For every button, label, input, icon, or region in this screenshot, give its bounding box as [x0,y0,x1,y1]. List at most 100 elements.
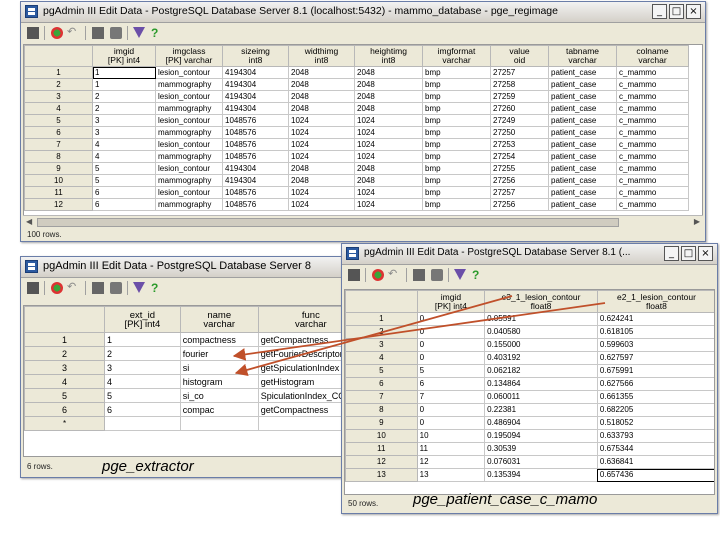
table-cell[interactable]: c_mammo [616,66,689,79]
table-cell[interactable]: 1024 [354,150,423,163]
table-cell[interactable]: 1048576 [222,150,289,163]
table-row[interactable]: 3 2 lesion_contour 4194304 2048 2048 bmp 27259 p… [24,90,689,103]
table-cell[interactable]: lesion_contour [155,186,223,199]
row-number[interactable]: 12 [24,198,93,211]
table-cell[interactable]: 0.633793 [596,429,714,443]
row-number[interactable]: 5 [345,364,418,378]
table-cell[interactable]: 0 [416,338,486,352]
table-row[interactable]: 4 2 mammography 4194304 2048 2048 bmp 27260 pati… [24,102,689,115]
table-cell[interactable]: 0 [416,351,486,365]
table-cell[interactable]: 27257 [490,186,549,199]
table-cell[interactable]: 1024 [288,114,355,127]
table-row[interactable]: 10 10 0.195094 0.633793 [345,429,714,443]
table-row[interactable]: 11 11 0.30539 0.675344 [345,442,714,456]
table-cell[interactable]: 0.661355 [596,390,714,404]
table-cell[interactable]: 0.627566 [596,377,714,391]
row-number[interactable]: 4 [24,102,93,115]
table-cell[interactable]: 0 [416,416,486,430]
table-row[interactable]: 4 0 0.403192 0.627597 [345,351,714,365]
table-cell[interactable]: patient_case [548,186,617,199]
table-cell[interactable]: 0.155000 [484,338,598,352]
table-cell[interactable]: 0.062182 [484,364,598,378]
scroll-right-icon[interactable]: ▶ [694,217,700,226]
table-cell[interactable]: 27255 [490,162,549,175]
row-number[interactable]: 5 [24,388,105,403]
table-cell[interactable]: patient_case [548,198,617,211]
table-row[interactable]: 12 12 0.076031 0.636841 [345,455,714,469]
table-cell[interactable]: bmp [422,102,491,115]
undo-icon[interactable]: ↶ [67,282,79,294]
filter-icon[interactable] [454,269,466,280]
table-cell[interactable]: c_mammo [616,198,689,211]
table-row[interactable]: 6 6 compac getCompactness [24,402,362,417]
table-cell[interactable]: 2048 [354,174,423,187]
new-row[interactable]: * [24,416,362,431]
row-number[interactable]: 2 [24,78,93,91]
table-cell[interactable]: 2 [92,102,156,115]
table-cell[interactable]: 10 [416,429,486,443]
table-cell[interactable]: bmp [422,114,491,127]
row-number[interactable]: 3 [24,90,93,103]
close-button[interactable]: × [698,246,713,261]
save-icon[interactable] [348,269,360,281]
column-header[interactable]: ext_id [PK] int4 [104,306,181,333]
table-cell[interactable]: histogram [179,374,259,389]
undo-icon[interactable]: ↶ [388,269,400,281]
table-cell[interactable]: 0.618105 [596,325,714,339]
table-cell[interactable]: 27257 [490,66,549,79]
maximize-button[interactable]: □ [669,4,684,19]
table-cell[interactable]: 3 [92,126,156,139]
table-cell[interactable]: bmp [422,78,491,91]
column-header[interactable]: tabname varchar [548,45,617,67]
table-cell[interactable]: 27250 [490,126,549,139]
table-cell[interactable]: compac [179,402,259,417]
table-cell[interactable]: 27249 [490,114,549,127]
table-cell[interactable]: 1024 [354,186,423,199]
maximize-button[interactable]: □ [681,246,696,261]
table-cell[interactable]: 1024 [288,138,355,151]
table-cell[interactable]: 6 [416,377,486,391]
row-number[interactable]: 6 [345,377,418,391]
table-cell[interactable]: 0.627597 [596,351,714,365]
table-cell[interactable] [104,416,181,431]
table-cell[interactable]: c_mammo [616,162,689,175]
table-cell[interactable]: 6 [92,186,156,199]
refresh-icon[interactable] [51,27,63,39]
column-header[interactable]: imgclass [PK] varchar [155,45,223,67]
table-cell[interactable]: patient_case [548,114,617,127]
table-cell[interactable]: lesion_contour [155,66,223,79]
refresh-icon[interactable] [51,282,63,294]
table-cell[interactable]: 1024 [288,186,355,199]
table-row[interactable]: 5 3 lesion_contour 1048576 1024 1024 bmp 27249 p… [24,114,689,127]
column-header[interactable]: imgid [PK] int4 [416,290,486,313]
table-cell[interactable]: 4 [104,374,181,389]
table-cell[interactable]: bmp [422,138,491,151]
table-cell[interactable]: patient_case [548,150,617,163]
minimize-button[interactable]: _ [652,4,667,19]
column-header[interactable]: sizeimg int8 [222,45,289,67]
table-cell[interactable]: c_mammo [616,174,689,187]
row-number[interactable]: 1 [24,332,105,347]
row-number[interactable]: 10 [345,429,418,443]
table-cell[interactable]: 1024 [354,126,423,139]
row-number[interactable]: 3 [24,360,105,375]
table-row[interactable]: 1 1 lesion_contour 4194304 2048 2048 bmp 27257 p… [24,66,689,79]
refresh-icon[interactable] [372,269,384,281]
table-cell[interactable]: bmp [422,90,491,103]
close-button[interactable]: × [686,4,701,19]
undo-icon[interactable]: ↶ [67,27,79,39]
table-cell[interactable]: c_mammo [616,138,689,151]
table-cell[interactable]: 27254 [490,150,549,163]
table-cell[interactable]: 0.599603 [596,338,714,352]
table-cell[interactable]: 27256 [490,174,549,187]
table-row[interactable]: 8 0 0.22381 0.682205 [345,403,714,417]
table-row[interactable]: 7 4 lesion_contour 1048576 1024 1024 bmp 27253 p… [24,138,689,151]
column-header[interactable]: e2_1_lesion_contour float8 [596,290,714,313]
table-row[interactable]: 12 6 mammography 1048576 1024 1024 bmp 27256 pat… [24,198,689,211]
table-cell[interactable]: 27259 [490,90,549,103]
table-cell[interactable]: 1048576 [222,126,289,139]
table-cell[interactable]: 4194304 [222,66,289,79]
table-cell[interactable] [179,416,259,431]
column-header[interactable]: widthimg int8 [288,45,355,67]
filter-icon[interactable] [133,282,145,293]
